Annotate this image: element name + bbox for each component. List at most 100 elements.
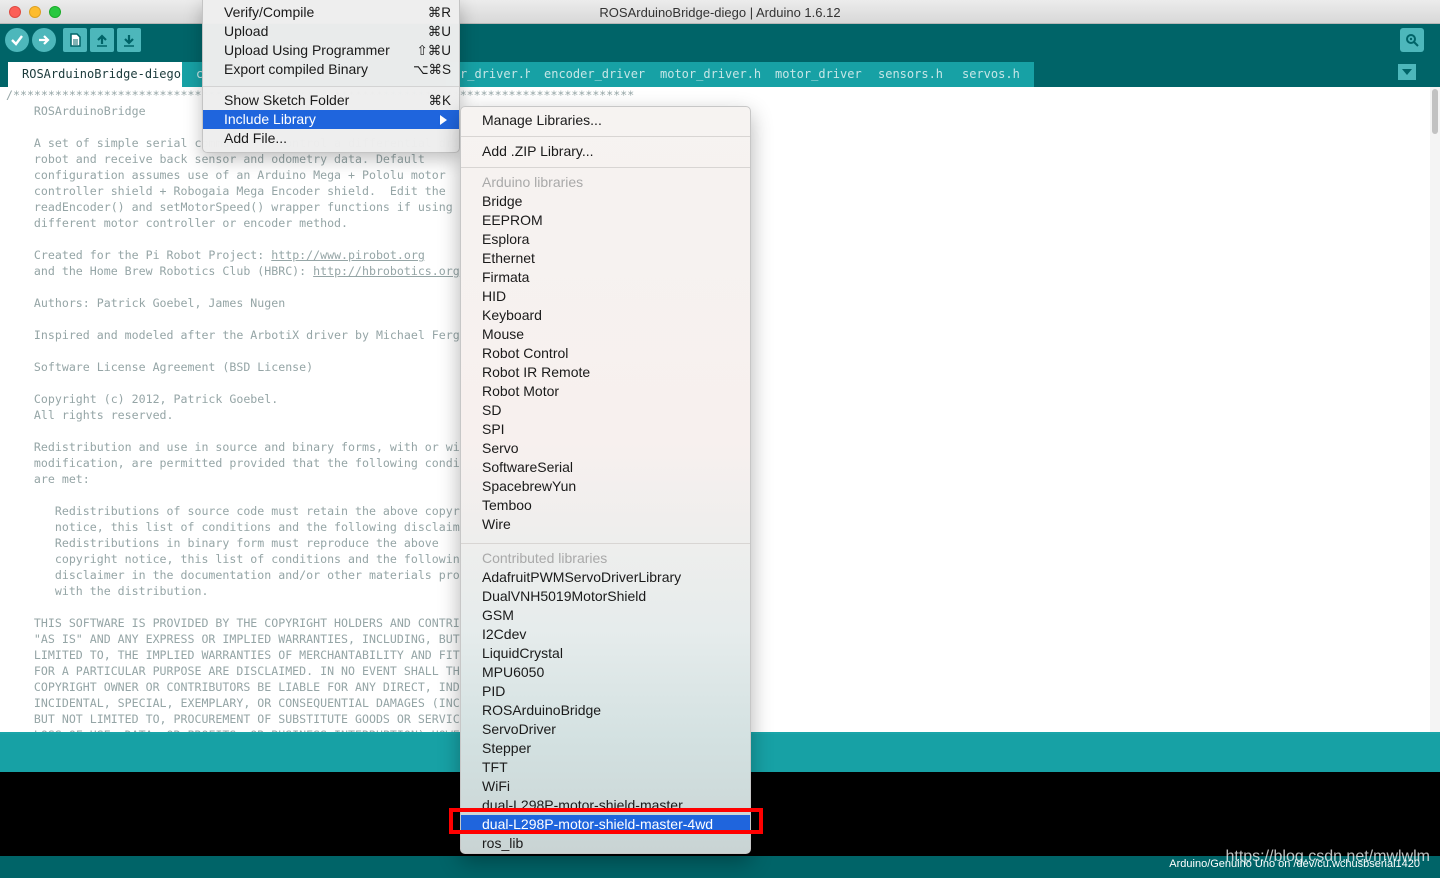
new-sketch-button[interactable] [63,28,87,52]
library-item-robot-ir-remote[interactable]: Robot IR Remote [461,363,750,382]
code-line-text: Copyright (c) 2012, Patrick Goebel. [6,392,279,406]
tab-encoder-driver[interactable]: encoder_driver [530,62,660,87]
library-item-tft[interactable]: TFT [461,758,750,777]
library-item-mpu6050[interactable]: MPU6050 [461,663,750,682]
library-item-hid[interactable]: HID [461,287,750,306]
menu-item-include-library[interactable]: Include Library [203,110,459,129]
arrow-right-icon [39,35,50,45]
library-item-stepper[interactable]: Stepper [461,739,750,758]
code-line-text: Redistribution and use in source and bin… [6,440,495,454]
library-item-rosarduinobridge[interactable]: ROSArduinoBridge [461,701,750,720]
code-line-text: and the Home Brew Robotics Club (HBRC): [6,264,314,278]
library-item-servodriver[interactable]: ServoDriver [461,720,750,739]
library-item-keyboard[interactable]: Keyboard [461,306,750,325]
library-item-esplora[interactable]: Esplora [461,230,750,249]
code-line-text: Authors: Patrick Goebel, James Nugen [6,296,286,310]
menu-item-verify-compile[interactable]: Verify/Compile ⌘R [203,3,459,22]
check-icon [11,35,23,46]
library-item-adafruitpwmservodriverlibrary[interactable]: AdafruitPWMServoDriverLibrary [461,568,750,587]
tab-motor-driver[interactable]: motor_driver [761,62,876,87]
code-line-text: Redistributions of source code must reta… [6,504,488,518]
tab-rosarduinobridge-diego[interactable]: ROSArduinoBridge-diego [8,62,195,87]
code-line-text: All rights reserved. [6,408,174,422]
menu-item-add-zip-library[interactable]: Add .ZIP Library... [461,142,750,161]
open-button[interactable] [90,28,114,52]
code-line-text: Created for the Pi Robot Project: [6,248,272,262]
library-item-wire[interactable]: Wire [461,515,750,534]
tab-servos-h[interactable]: servos.h [948,62,1034,87]
code-line-text: FOR A PARTICULAR PURPOSE ARE DISCLAIMED.… [6,664,467,678]
menu-item-upload-using-programmer[interactable]: Upload Using Programmer ⇧⌘U [203,41,459,60]
code-line-text: robot and receive back sensor and odomet… [6,152,425,166]
contributed-libraries-header: Contributed libraries [482,550,608,566]
library-item-wifi[interactable]: WiFi [461,777,750,796]
code-line-text: disclaimer in the documentation and/or o… [6,568,495,582]
save-button[interactable] [117,28,141,52]
library-item-temboo[interactable]: Temboo [461,496,750,515]
submenu-arrow-icon [440,115,447,125]
menu-item-show-sketch-folder[interactable]: Show Sketch Folder ⌘K [203,91,459,110]
code-line-text: copyright notice, this list of condition… [6,552,467,566]
code-line-text: modification, are permitted provided tha… [6,456,495,470]
code-line-text: different motor controller or encoder me… [6,216,349,230]
code-line-text: COPYRIGHT OWNER OR CONTRIBUTORS BE LIABL… [6,680,502,694]
library-item-firmata[interactable]: Firmata [461,268,750,287]
upload-button[interactable] [32,28,56,52]
library-item-pid[interactable]: PID [461,682,750,701]
menu-item-upload[interactable]: Upload ⌘U [203,22,459,41]
include-library-submenu: Manage Libraries... Add .ZIP Library... … [460,106,751,854]
code-line-text: "AS IS" AND ANY EXPRESS OR IMPLIED WARRA… [6,632,488,646]
scroll-thumb[interactable] [1432,89,1438,134]
code-line-text: are met: [6,472,90,486]
code-line-text: BUT NOT LIMITED TO, PROCUREMENT OF SUBST… [6,712,481,726]
chevron-down-icon [1402,69,1412,75]
bottom-bar: Arduino/Genuino Uno on /dev/cu.wchusbser… [0,848,1440,878]
menu-separator [461,543,750,544]
code-link[interactable]: http://www.pirobot.org [271,248,425,262]
code-line-text: notice, this list of conditions and the … [6,520,481,534]
watermark: https://blog.csdn.net/mwlwlm [1225,848,1430,865]
menu-separator [461,167,750,168]
code-line-text: Software License Agreement (BSD License) [6,360,314,374]
library-item-ros-lib[interactable]: ros_lib [461,834,750,853]
editor-scrollbar[interactable] [1430,87,1440,732]
verify-button[interactable] [5,28,29,52]
annotation-highlight-box [449,808,763,834]
open-arrow-up-icon [97,34,107,47]
library-item-sd[interactable]: SD [461,401,750,420]
code-line-text: with the distribution. [6,584,209,598]
menu-item-add-file[interactable]: Add File... [203,129,459,148]
library-item-bridge[interactable]: Bridge [461,192,750,211]
library-item-ethernet[interactable]: Ethernet [461,249,750,268]
library-item-spacebrewyun[interactable]: SpacebrewYun [461,477,750,496]
library-item-spi[interactable]: SPI [461,420,750,439]
code-line-text: LIMITED TO, THE IMPLIED WARRANTIES OF ME… [6,648,488,662]
serial-monitor-button[interactable] [1400,28,1424,52]
code-link[interactable]: http://hbrobotics.org [313,264,460,278]
arduino-libraries-header: Arduino libraries [482,174,584,190]
library-item-robot-control[interactable]: Robot Control [461,344,750,363]
tab-motor-driver-h[interactable]: motor_driver.h [646,62,776,87]
library-item-liquidcrystal[interactable]: LiquidCrystal [461,644,750,663]
library-item-i2cdev[interactable]: I2Cdev [461,625,750,644]
new-file-icon [70,33,81,47]
tab-menu-button[interactable] [1398,64,1416,80]
menu-separator [461,136,750,137]
library-item-softwareserial[interactable]: SoftwareSerial [461,458,750,477]
library-item-servo[interactable]: Servo [461,439,750,458]
code-line-text: configuration assumes use of an Arduino … [6,168,446,182]
library-item-mouse[interactable]: Mouse [461,325,750,344]
library-item-eeprom[interactable]: EEPROM [461,211,750,230]
code-line-text: THIS SOFTWARE IS PROVIDED BY THE COPYRIG… [6,616,502,630]
menu-item-export-binary[interactable]: Export compiled Binary ⌥⌘S [203,60,459,79]
library-item-gsm[interactable]: GSM [461,606,750,625]
library-item-robot-motor[interactable]: Robot Motor [461,382,750,401]
code-line-text: ROSArduinoBridge [6,104,146,118]
code-line-text: readEncoder() and setMotorSpeed() wrappe… [6,200,453,214]
menu-item-manage-libraries[interactable]: Manage Libraries... [461,111,750,130]
tab-sensors-h[interactable]: sensors.h [864,62,958,87]
code-line-text: controller shield + Robogaia Mega Encode… [6,184,446,198]
library-item-dualvnh5019motorshield[interactable]: DualVNH5019MotorShield [461,587,750,606]
menu-separator [203,86,459,87]
code-line-text: INCIDENTAL, SPECIAL, EXEMPLARY, OR CONSE… [6,696,509,710]
